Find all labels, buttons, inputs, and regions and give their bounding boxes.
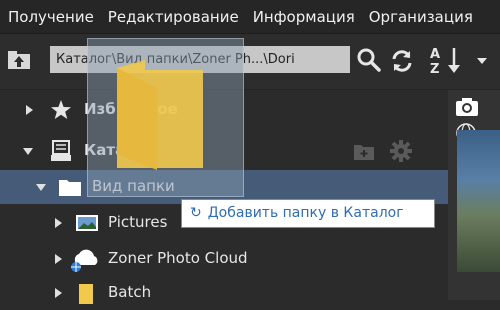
chevron-right-icon[interactable] xyxy=(52,253,64,265)
chevron-right-icon[interactable] xyxy=(52,217,64,229)
tree-item-label: Batch xyxy=(108,283,152,301)
tree-item-label: Zoner Photo Cloud xyxy=(108,249,248,267)
refresh-icon[interactable] xyxy=(388,47,416,75)
tree-item-label: Pictures xyxy=(108,213,168,231)
cloud-icon xyxy=(71,249,98,272)
folder-icon xyxy=(117,60,203,170)
photo-thumbnail[interactable] xyxy=(457,130,500,272)
folder-icon xyxy=(79,284,93,304)
search-icon[interactable] xyxy=(356,47,382,73)
tree-item-zoner-cloud[interactable]: Zoner Photo Cloud xyxy=(0,242,448,276)
chevron-down-icon[interactable] xyxy=(35,181,47,193)
chevron-down-icon[interactable] xyxy=(476,56,488,66)
go-up-folder-icon[interactable] xyxy=(6,46,32,72)
camera-icon[interactable] xyxy=(455,96,479,118)
chevron-down-icon[interactable] xyxy=(22,145,34,157)
new-folder-icon[interactable] xyxy=(353,141,375,161)
refresh-icon: ↻ xyxy=(190,205,202,221)
drop-tooltip: ↻ Добавить папку в Каталог xyxy=(181,199,435,228)
menu-item-organize[interactable]: Организация xyxy=(369,8,473,26)
svg-text:A: A xyxy=(430,47,440,62)
toolbar: Каталог\Вид папки\Zoner Ph...\Dori A Z xyxy=(0,34,500,90)
catalog-icon xyxy=(51,140,71,161)
menu-item-edit[interactable]: Редактирование xyxy=(108,8,239,26)
pictures-icon xyxy=(76,215,98,231)
menu-bar: Получение Редактирование Информация Орга… xyxy=(0,0,500,34)
chevron-right-icon[interactable] xyxy=(52,287,64,299)
gear-icon[interactable] xyxy=(389,139,413,163)
svg-text:Z: Z xyxy=(430,62,439,76)
sort-icon[interactable]: A Z xyxy=(430,44,464,76)
menu-item-info[interactable]: Информация xyxy=(253,8,355,26)
chevron-right-icon[interactable] xyxy=(23,104,35,116)
tooltip-text: Добавить папку в Каталог xyxy=(207,205,404,221)
tree-item-batch[interactable]: Batch xyxy=(0,276,448,310)
star-icon xyxy=(51,100,71,119)
folder-icon xyxy=(59,180,81,196)
menu-item-import[interactable]: Получение xyxy=(8,8,94,26)
